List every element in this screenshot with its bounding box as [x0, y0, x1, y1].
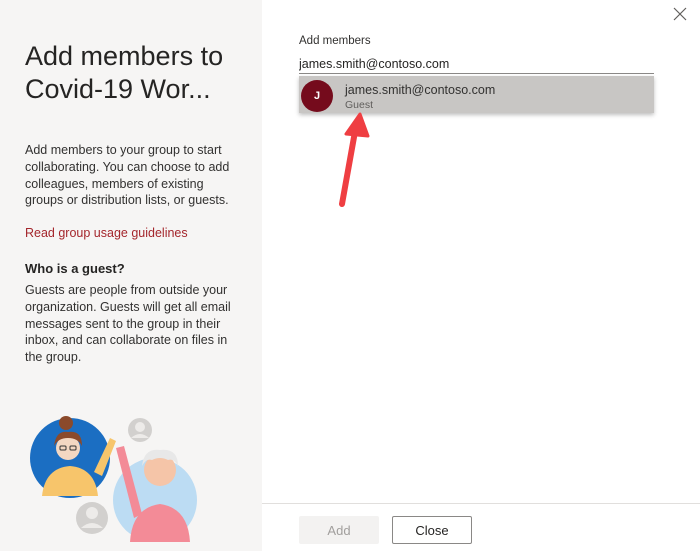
guest-description: Guests are people from outside your orga… — [25, 283, 231, 365]
suggestion-type: Guest — [345, 99, 374, 111]
footer-divider — [262, 503, 700, 504]
close-icon[interactable] — [672, 6, 688, 22]
suggestion-item[interactable]: J james.smith@contoso.com Guest — [299, 76, 654, 113]
close-button[interactable]: Close — [392, 516, 472, 544]
people-illustration — [30, 416, 197, 542]
add-members-label: Add members — [299, 35, 371, 47]
add-members-input[interactable] — [299, 55, 654, 74]
guest-heading: Who is a guest? — [25, 261, 125, 276]
suggestion-email: james.smith@contoso.com — [345, 83, 496, 97]
description-text: Add members to your group to start colla… — [25, 143, 230, 208]
annotation-arrow-icon — [339, 112, 370, 207]
add-button[interactable]: Add — [299, 516, 379, 544]
usage-guidelines-link[interactable]: Read group usage guidelines — [25, 226, 188, 240]
page-title: Add members to Covid-19 Wor... — [25, 41, 224, 104]
avatar: J — [301, 80, 333, 112]
info-panel: Add members to Covid-19 Wor... Add membe… — [0, 0, 262, 551]
